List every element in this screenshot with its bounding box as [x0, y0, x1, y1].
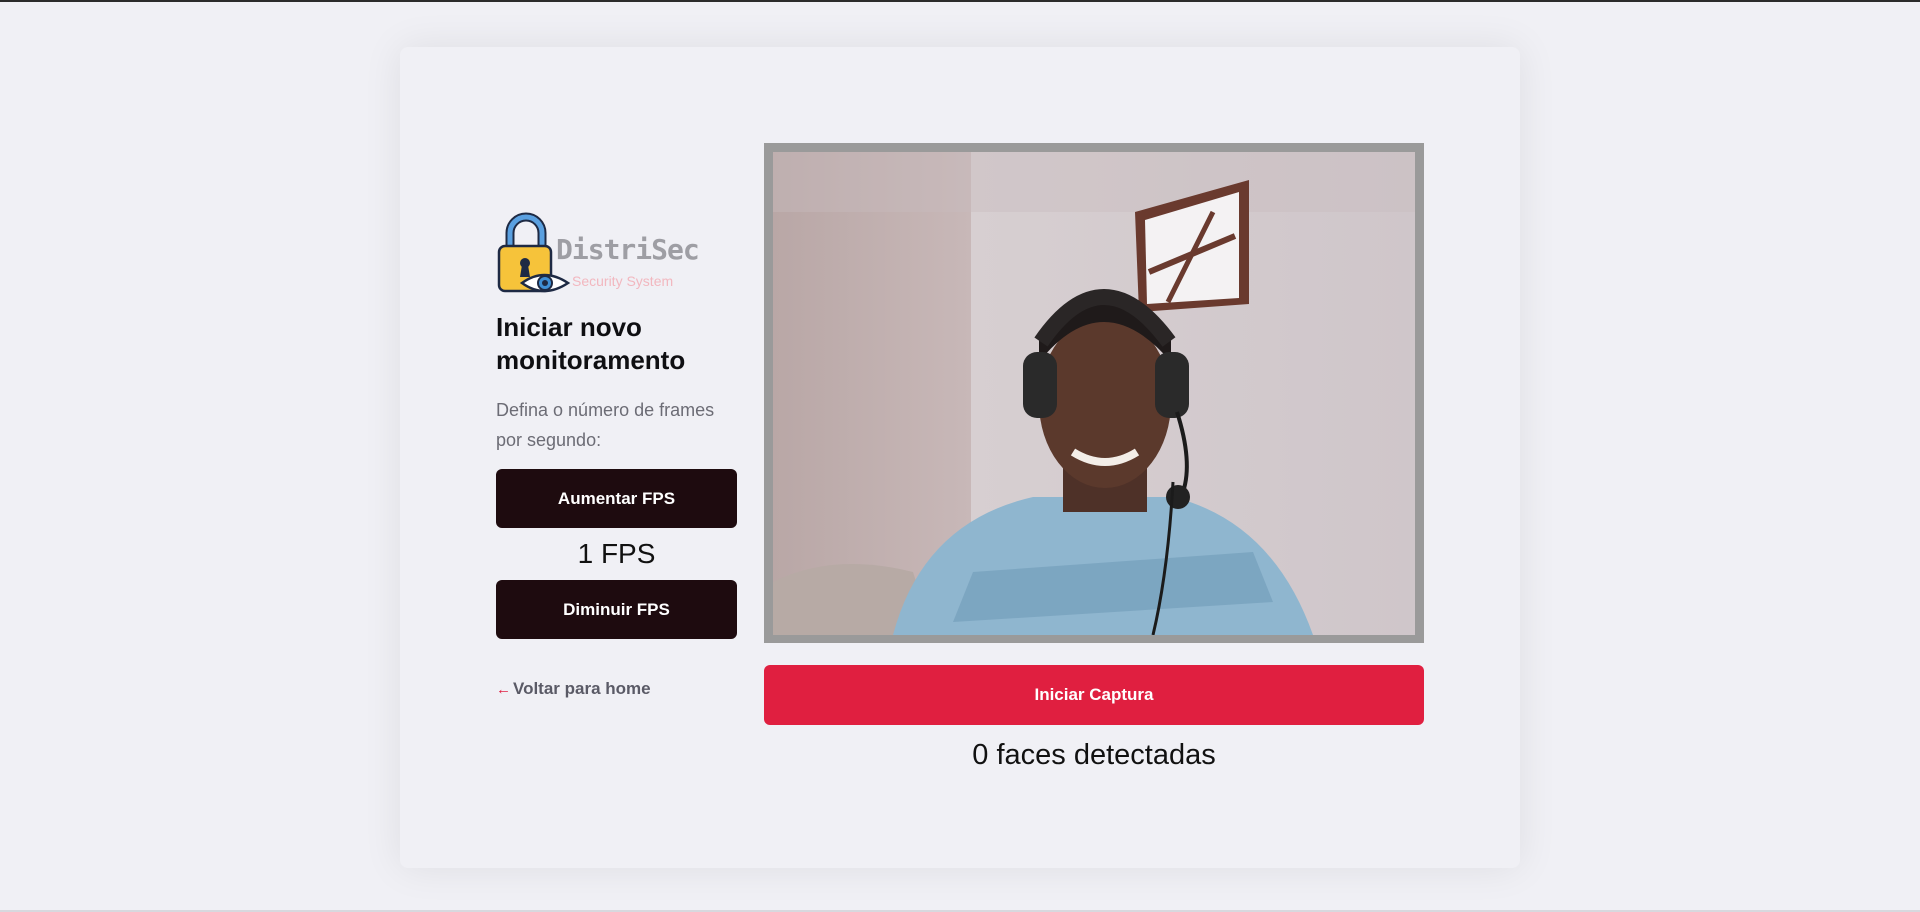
- arrow-left-icon: ←: [496, 680, 511, 698]
- brand-name: DistriSec: [556, 233, 700, 266]
- brand-tagline: Security System: [572, 273, 674, 289]
- distrisec-logo: DistriSec Security System: [496, 211, 716, 301]
- webcam-frame-image: [773, 152, 1415, 635]
- page-title: Iniciar novo monitoramento: [496, 312, 686, 375]
- monitoring-card: DistriSec Security System Iniciar novo m…: [400, 47, 1520, 868]
- capture-panel: Iniciar Captura 0 faces detectadas: [764, 143, 1424, 772]
- back-home-link[interactable]: ← Voltar para home: [496, 679, 742, 699]
- control-panel: DistriSec Security System Iniciar novo m…: [496, 211, 742, 699]
- back-home-label: Voltar para home: [513, 679, 651, 698]
- start-capture-button[interactable]: Iniciar Captura: [764, 665, 1424, 725]
- fps-instructions: Defina o número de frames por segundo:: [496, 400, 715, 450]
- faces-detected-count: 0 faces detectadas: [972, 739, 1216, 771]
- top-border: [0, 0, 1920, 2]
- fps-value: 1 FPS: [577, 538, 656, 569]
- increase-fps-button[interactable]: Aumentar FPS: [496, 469, 737, 528]
- webcam-preview: [764, 143, 1424, 643]
- decrease-fps-button[interactable]: Diminuir FPS: [496, 580, 737, 639]
